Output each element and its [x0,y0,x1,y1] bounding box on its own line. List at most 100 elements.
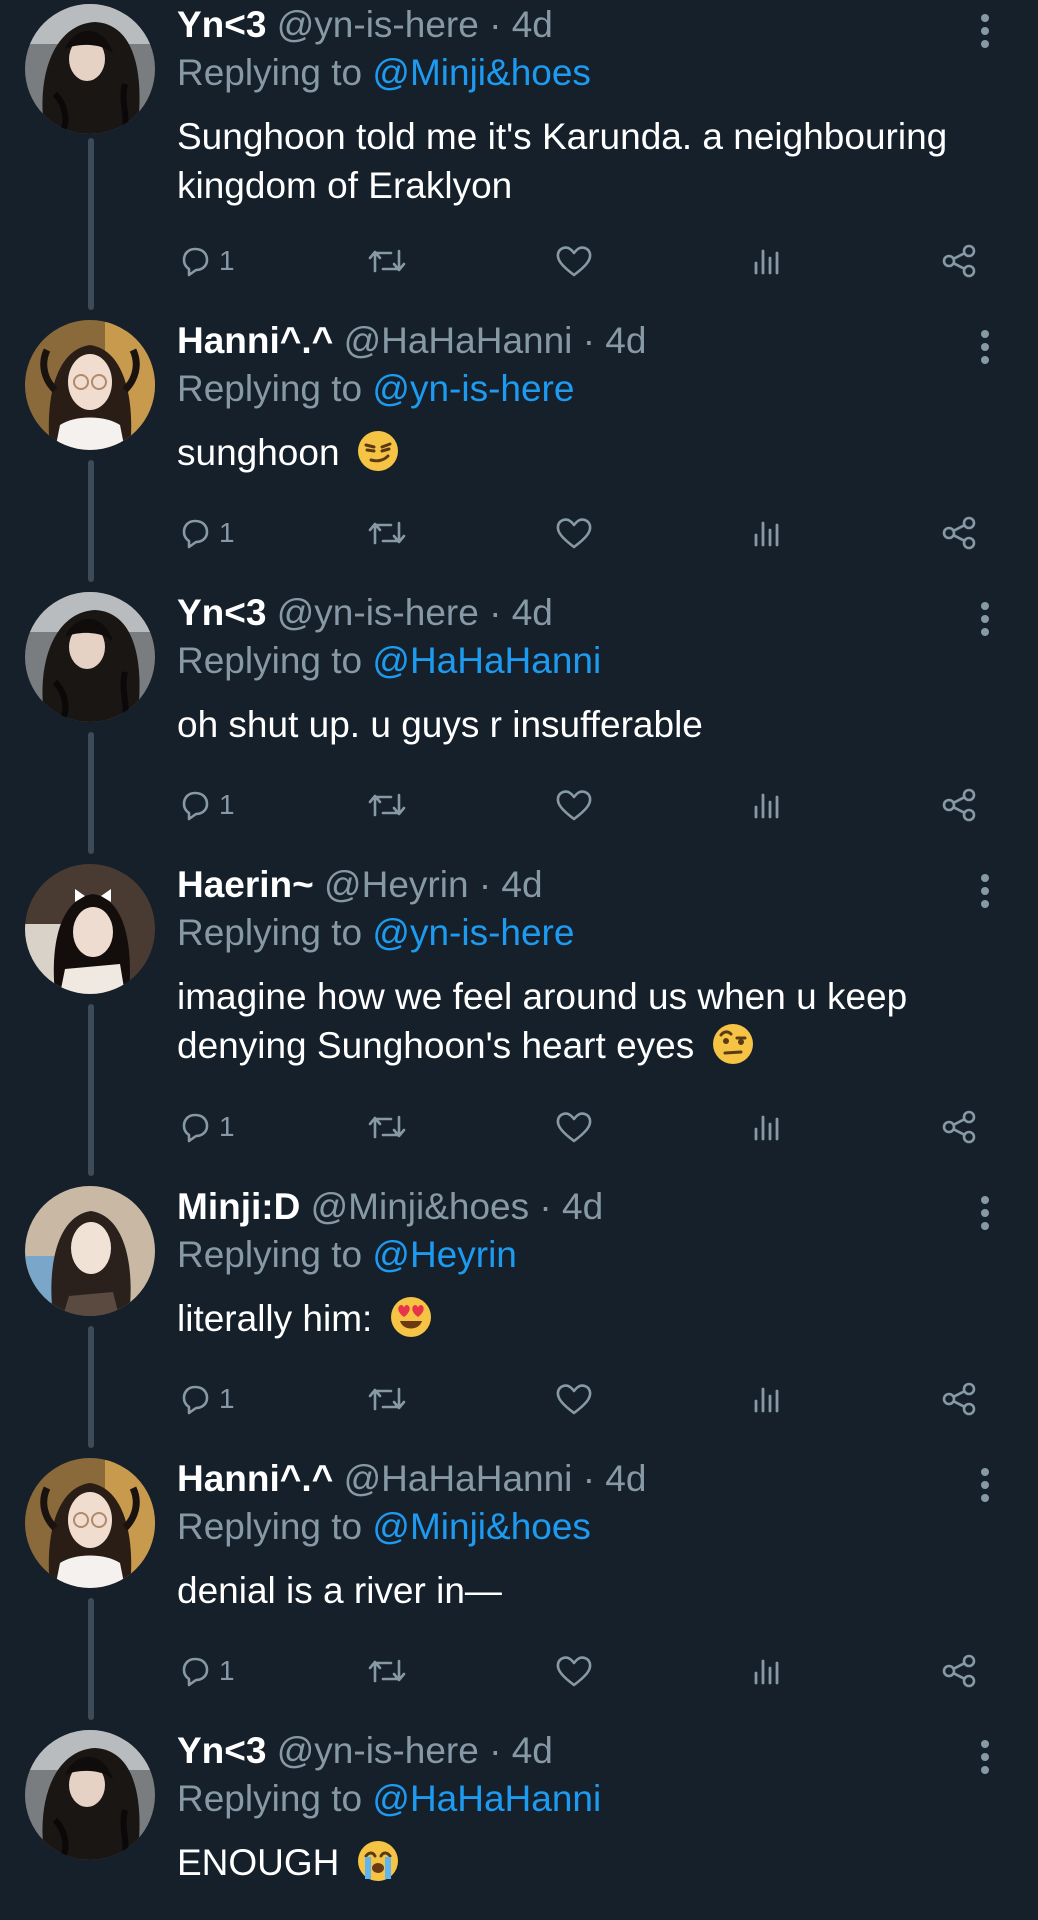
action-bar: 1 [177,236,997,286]
reply-target-link[interactable]: @HaHaHanni [372,1778,601,1819]
username[interactable]: @yn-is-here [277,1730,479,1771]
like-icon [556,246,592,277]
more-icon[interactable] [970,1192,1000,1234]
like-icon [556,1656,592,1687]
reply-button[interactable]: 1 [177,1374,235,1424]
like-button[interactable] [554,1374,594,1424]
reply-target-link[interactable]: @yn-is-here [372,368,574,409]
share-button[interactable] [939,1374,979,1424]
retweet-button[interactable] [365,1102,409,1152]
replying-to: Replying to @yn-is-here [177,912,574,954]
more-icon[interactable] [970,870,1000,912]
separator: · [582,1458,596,1499]
retweet-button[interactable] [365,1374,409,1424]
like-button[interactable] [554,1646,594,1696]
like-button[interactable] [554,780,594,830]
avatar[interactable] [25,864,155,994]
tweet-text-content: sunghoon [177,432,340,473]
like-button[interactable] [554,1102,594,1152]
timestamp[interactable]: 4d [512,1730,553,1771]
replying-to-label: Replying to [177,368,363,409]
tweet-text-content: literally him: [177,1298,373,1339]
avatar[interactable] [25,1186,155,1316]
reply-button[interactable]: 1 [177,508,235,558]
action-bar: 1 [177,508,997,558]
username[interactable]: @HaHaHanni [344,1458,573,1499]
more-icon[interactable] [970,1736,1000,1778]
thread-line [88,460,94,582]
username[interactable]: @HaHaHanni [344,320,573,361]
display-name[interactable]: Haerin~ [177,864,314,905]
retweet-button[interactable] [365,236,409,286]
analytics-button[interactable] [749,1374,785,1424]
more-icon[interactable] [970,10,1000,52]
tweet-header: Minji:D @Minji&hoes · 4d [177,1186,603,1228]
analytics-icon [754,1387,779,1413]
thread-line [88,138,94,310]
avatar[interactable] [25,1458,155,1588]
share-icon [942,1110,976,1144]
reply-count: 1 [219,1111,235,1142]
tweet-text: oh shut up. u guys r insufferable [177,700,997,749]
username[interactable]: @yn-is-here [277,592,479,633]
retweet-button[interactable] [365,1646,409,1696]
reply-button[interactable]: 1 [177,1102,235,1152]
display-name[interactable]: Yn<3 [177,1730,266,1771]
username[interactable]: @Minji&hoes [311,1186,530,1227]
display-name[interactable]: Minji:D [177,1186,300,1227]
share-button[interactable] [939,1102,979,1152]
retweet-icon [368,793,406,817]
display-name[interactable]: Hanni^.^ [177,1458,333,1499]
display-name[interactable]: Yn<3 [177,592,266,633]
analytics-icon [754,521,779,547]
avatar[interactable] [25,592,155,722]
replying-to-label: Replying to [177,1234,363,1275]
analytics-button[interactable] [749,236,785,286]
display-name[interactable]: Hanni^.^ [177,320,333,361]
reply-button[interactable]: 1 [177,780,235,830]
reply-target-link[interactable]: @Minji&hoes [372,52,591,93]
tweet-header: Hanni^.^ @HaHaHanni · 4d [177,1458,646,1500]
avatar[interactable] [25,320,155,450]
like-button[interactable] [554,508,594,558]
like-button[interactable] [554,236,594,286]
reply-thread: Yn<3 @yn-is-here · 4d Replying to @Minji… [0,0,1038,1920]
reply-target-link[interactable]: @yn-is-here [372,912,574,953]
reply-target-link[interactable]: @Minji&hoes [372,1506,591,1547]
timestamp[interactable]: 4d [512,4,553,45]
retweet-button[interactable] [365,780,409,830]
tweet-text-content: ENOUGH [177,1842,340,1883]
share-button[interactable] [939,1646,979,1696]
reply-button[interactable]: 1 [177,1646,235,1696]
more-icon[interactable] [970,1464,1000,1506]
username[interactable]: @Heyrin [324,864,468,905]
analytics-button[interactable] [749,780,785,830]
reply-icon [182,519,209,549]
reply-target-link[interactable]: @Heyrin [372,1234,516,1275]
timestamp[interactable]: 4d [605,320,646,361]
username[interactable]: @yn-is-here [277,4,479,45]
avatar[interactable] [25,1730,155,1860]
separator: · [489,592,502,633]
reply-button[interactable]: 1 [177,236,235,286]
timestamp[interactable]: 4d [512,592,553,633]
timestamp[interactable]: 4d [605,1458,646,1499]
reply-target-link[interactable]: @HaHaHanni [372,640,601,681]
display-name[interactable]: Yn<3 [177,4,266,45]
action-bar: 1 [177,780,997,830]
avatar[interactable] [25,4,155,134]
more-icon[interactable] [970,598,1000,640]
retweet-button[interactable] [365,508,409,558]
share-button[interactable] [939,780,979,830]
replying-to: Replying to @Minji&hoes [177,52,591,94]
timestamp[interactable]: 4d [501,864,542,905]
analytics-button[interactable] [749,1102,785,1152]
separator: · [489,1730,502,1771]
share-button[interactable] [939,236,979,286]
analytics-button[interactable] [749,1646,785,1696]
tweet-text: Sunghoon told me it's Karunda. a neighbo… [177,112,997,210]
share-button[interactable] [939,508,979,558]
more-icon[interactable] [970,326,1000,368]
analytics-button[interactable] [749,508,785,558]
timestamp[interactable]: 4d [562,1186,603,1227]
